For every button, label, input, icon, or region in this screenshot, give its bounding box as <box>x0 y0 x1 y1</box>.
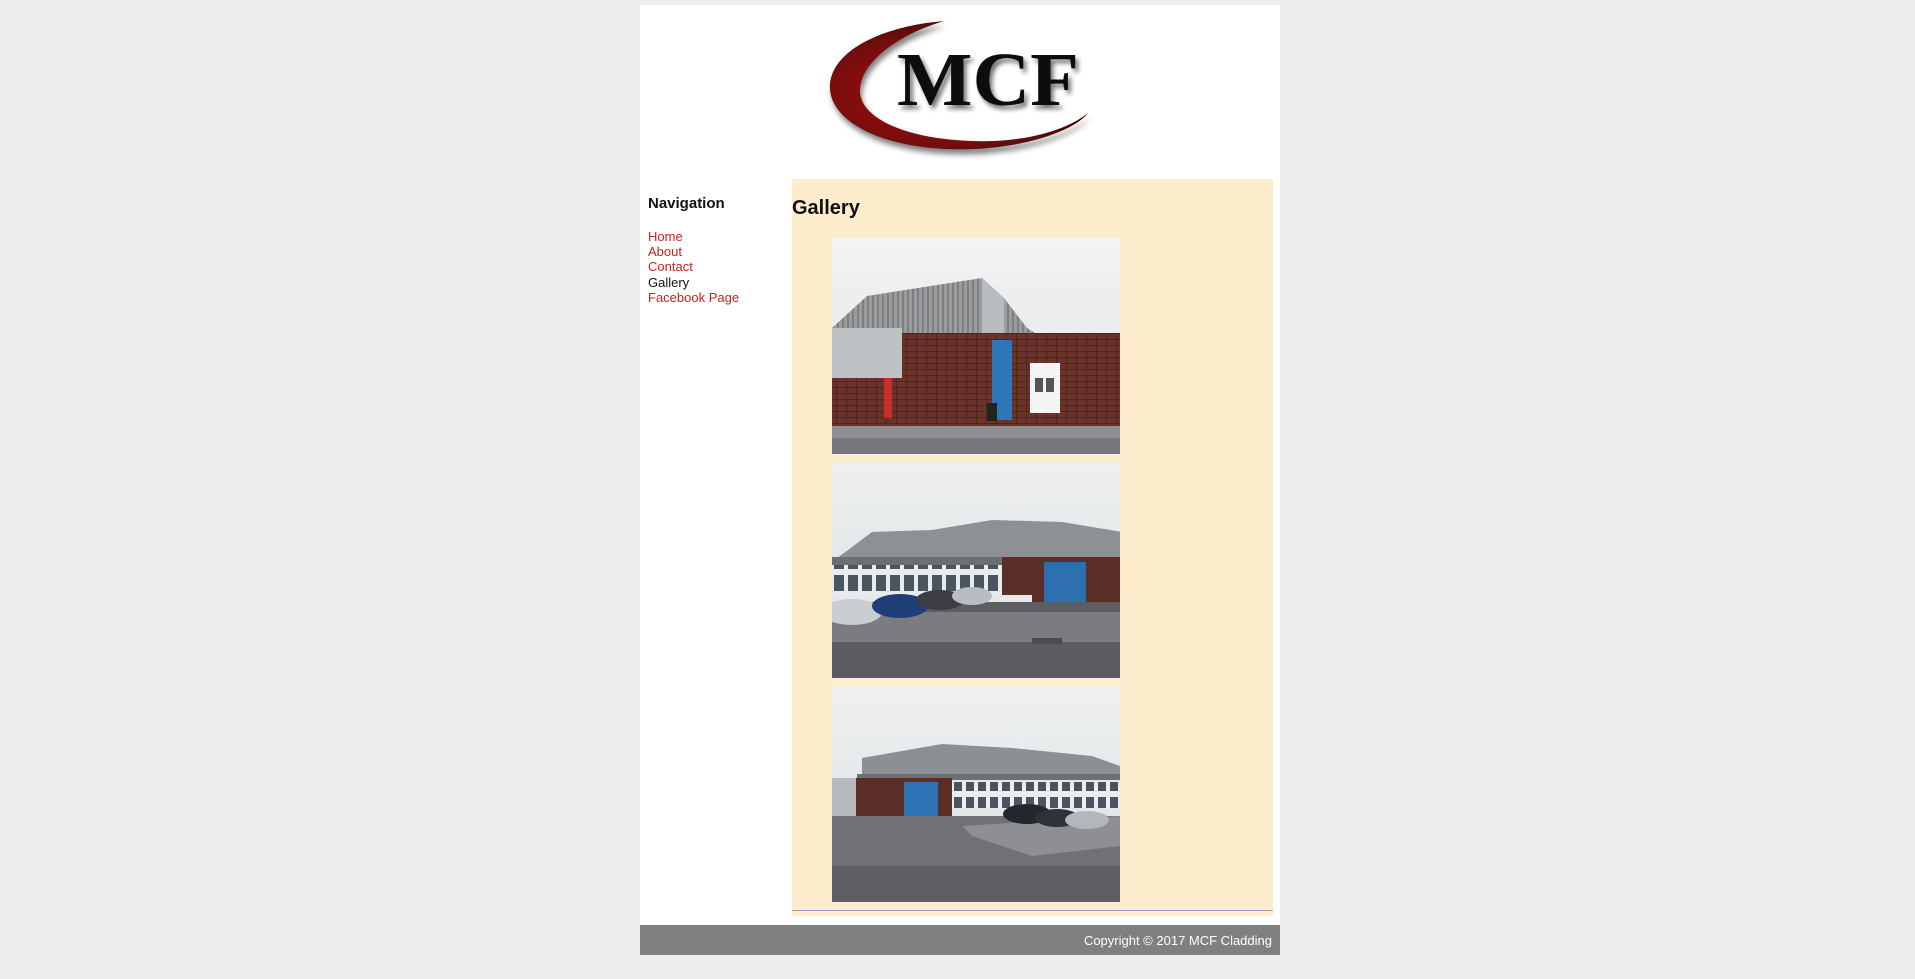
nav-link-gallery[interactable]: Gallery <box>648 275 689 290</box>
footer: Copyright © 2017 MCF Cladding <box>640 925 1280 955</box>
nav-link-about[interactable]: About <box>648 244 682 259</box>
main-content: Gallery <box>792 179 1273 916</box>
content-divider <box>792 910 1273 911</box>
nav-item-about: About <box>648 244 739 259</box>
mcf-logo[interactable]: MCF <box>826 13 1096 161</box>
nav-item-facebook: Facebook Page <box>648 290 739 305</box>
gallery-photo-2[interactable] <box>832 462 1120 678</box>
logo-text: MCF <box>897 38 1079 122</box>
gallery-photo-1[interactable] <box>832 238 1120 454</box>
nav-heading: Navigation <box>648 195 725 212</box>
nav-item-gallery: Gallery <box>648 275 739 290</box>
page-container: MCF Navigation Home About Contact Galler… <box>640 5 1280 955</box>
sidebar: Navigation Home About Contact Gallery Fa… <box>648 195 788 305</box>
gallery-photo-3[interactable] <box>832 686 1120 902</box>
nav-list: Home About Contact Gallery Facebook Page <box>648 229 739 305</box>
nav-item-contact: Contact <box>648 259 739 274</box>
copyright-text: Copyright © 2017 MCF Cladding <box>1083 933 1272 948</box>
nav-link-home[interactable]: Home <box>648 229 683 244</box>
nav-link-facebook-page[interactable]: Facebook Page <box>648 290 739 305</box>
page-title: Gallery <box>792 197 860 219</box>
header: MCF <box>640 5 1280 179</box>
nav-link-contact[interactable]: Contact <box>648 259 693 274</box>
nav-item-home: Home <box>648 229 739 244</box>
